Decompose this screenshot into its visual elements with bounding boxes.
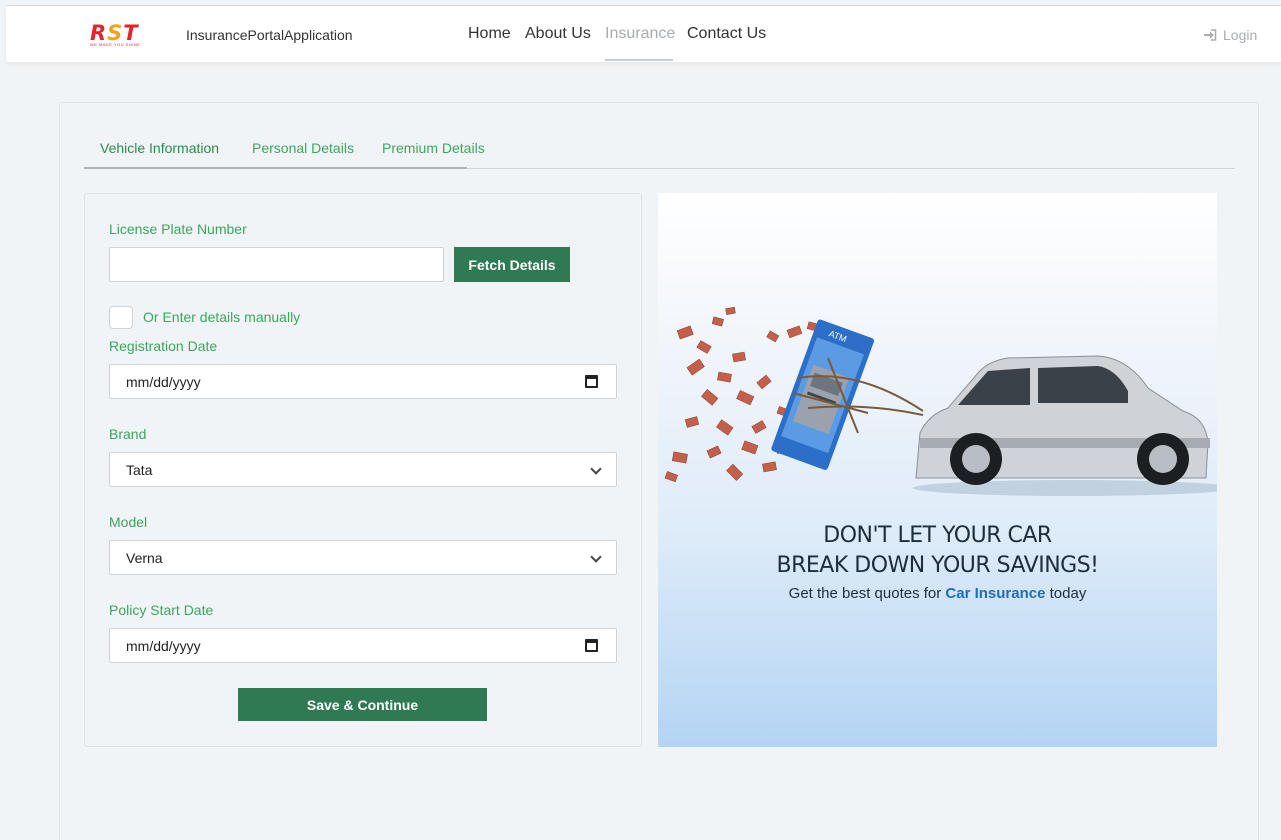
banner-sub-highlight: Car Insurance (945, 585, 1046, 602)
login-link[interactable]: Login (1203, 27, 1257, 43)
banner-headline-1: DON'T LET YOUR CAR (823, 523, 1052, 548)
nav-link-about[interactable]: About Us (525, 25, 591, 43)
active-nav-indicator (605, 59, 673, 61)
banner-headline-2: BREAK DOWN YOUR SAVINGS! (776, 553, 1100, 578)
policy-start-date-value: mm/dd/yyyy (126, 638, 201, 654)
car-illustration (913, 355, 1217, 496)
nav-link-insurance[interactable]: Insurance (605, 25, 675, 43)
banner-sub-prefix: Get the best quotes for (788, 585, 942, 602)
tab-premium-details[interactable]: Premium Details (382, 140, 485, 156)
policy-start-date-input[interactable]: mm/dd/yyyy (109, 628, 617, 663)
calendar-icon[interactable] (585, 375, 598, 388)
manual-entry-checkbox[interactable] (109, 306, 133, 329)
brand-value: Tata (126, 462, 153, 478)
license-plate-input[interactable] (109, 247, 444, 282)
nav-link-contact[interactable]: Contact Us (687, 25, 766, 43)
registration-date-input[interactable]: mm/dd/yyyy (109, 364, 617, 399)
model-label: Model (109, 514, 148, 530)
registration-date-value: mm/dd/yyyy (126, 374, 201, 390)
tab-vehicle-information[interactable]: Vehicle Information (100, 140, 219, 156)
nav-link-home[interactable]: Home (468, 25, 511, 43)
calendar-icon[interactable] (585, 639, 598, 652)
registration-date-label: Registration Date (109, 338, 218, 354)
logo-wordmark: RST (90, 21, 139, 45)
car-insurance-banner: ATM DON'T LET YOUR CAR BREAK DOWN YOUR S… (658, 193, 1217, 747)
login-label: Login (1223, 27, 1258, 43)
chevron-down-icon (590, 463, 602, 475)
banner-illustration: ATM (664, 306, 1217, 496)
brand-label: Brand (109, 426, 147, 442)
license-plate-label: License Plate Number (109, 221, 247, 237)
tab-personal-details[interactable]: Personal Details (252, 140, 354, 156)
logo-tagline: WE MAKE YOU SHINE (90, 42, 141, 47)
fetch-details-button[interactable]: Fetch Details (454, 247, 570, 282)
policy-start-date-label: Policy Start Date (109, 602, 214, 618)
navbar: RST WE MAKE YOU SHINE InsurancePortalApp… (6, 6, 1281, 62)
rst-logo[interactable]: RST WE MAKE YOU SHINE (90, 23, 150, 49)
save-continue-button[interactable]: Save & Continue (238, 688, 487, 721)
brand-name[interactable]: InsurancePortalApplication (186, 27, 353, 43)
banner-sub-suffix: today (1049, 585, 1087, 602)
manual-entry-label: Or Enter details manually (143, 309, 301, 325)
sign-in-icon (1204, 29, 1217, 41)
chevron-down-icon (590, 551, 602, 563)
banner-subtext: Get the best quotes for Car Insurance to… (658, 585, 1217, 602)
tabs-active-underline (84, 167, 467, 169)
model-select[interactable]: Verna (109, 540, 617, 575)
brand-select[interactable]: Tata (109, 452, 617, 487)
model-value: Verna (126, 550, 163, 566)
atm-illustration: ATM (771, 319, 874, 470)
